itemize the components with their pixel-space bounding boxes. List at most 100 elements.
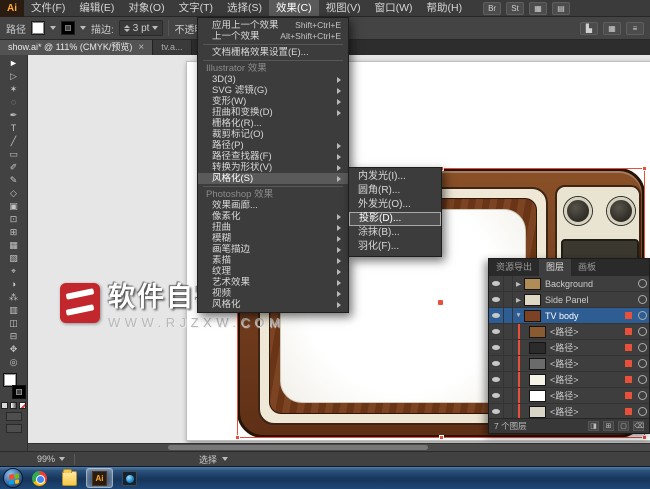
layers-panel-tab[interactable]: 资源导出 [489, 259, 539, 276]
effect-menu-item[interactable]: 变形(W) [198, 96, 348, 107]
effect-menu-item[interactable]: 风格化 [198, 299, 348, 310]
menubar-item[interactable]: 帮助(H) [420, 0, 470, 16]
graph-tool[interactable]: ▥ [2, 304, 26, 317]
target-circle-icon[interactable] [635, 311, 649, 320]
paintbrush-tool[interactable]: ✐ [2, 161, 26, 174]
gradient-tool[interactable]: ▧ [2, 252, 26, 265]
expand-arrow-icon[interactable]: ▶ [513, 296, 524, 304]
target-circle-icon[interactable] [635, 375, 649, 384]
layer-row[interactable]: <路径> [489, 404, 649, 418]
rectangle-tool[interactable]: ▭ [2, 148, 26, 161]
bridge-icon[interactable]: Br [483, 2, 501, 15]
tab-close-icon[interactable]: × [138, 43, 144, 53]
visibility-eye-icon[interactable] [489, 404, 504, 418]
layer-row[interactable]: ▼TV body [489, 308, 649, 324]
eyedropper-tool[interactable]: ⌖ [2, 265, 26, 278]
new-sublayer-button[interactable]: ⊞ [603, 421, 614, 431]
effect-menu-item[interactable]: 裁剪标记(O) [198, 129, 348, 140]
zoom-tool[interactable]: ◎ [2, 356, 26, 369]
effect-menu-item[interactable]: 风格化(S) [198, 173, 348, 184]
start-button[interactable] [3, 468, 23, 488]
lock-toggle[interactable] [504, 324, 513, 339]
pen-tool[interactable]: ✒ [2, 109, 26, 122]
stylize-submenu-item[interactable]: 羽化(F)... [349, 240, 441, 254]
lock-toggle[interactable] [504, 356, 513, 371]
effect-menu-item[interactable]: 路径(P) [198, 140, 348, 151]
visibility-eye-icon[interactable] [489, 292, 504, 307]
lock-toggle[interactable] [504, 404, 513, 418]
taskbar-button-illustrator[interactable]: Ai [86, 468, 113, 488]
zoom-dropdown[interactable]: 99% [32, 453, 70, 466]
type-tool[interactable]: T [2, 122, 26, 135]
stylize-submenu-item[interactable]: 投影(D)... [349, 212, 441, 226]
target-circle-icon[interactable] [635, 407, 649, 416]
visibility-eye-icon[interactable] [489, 308, 504, 323]
lock-toggle[interactable] [504, 372, 513, 387]
effect-menu-item[interactable]: SVG 滤镜(G) [198, 85, 348, 96]
effect-menu-item[interactable]: 艺术效果 [198, 277, 348, 288]
visibility-eye-icon[interactable] [489, 372, 504, 387]
symbol-sprayer-tool[interactable]: ⁂ [2, 291, 26, 304]
lock-toggle[interactable] [504, 292, 513, 307]
layer-row[interactable]: <路径> [489, 340, 649, 356]
expand-arrow-icon[interactable]: ▼ [513, 312, 524, 319]
stroke-weight-dropdown-icon[interactable] [152, 26, 158, 30]
lock-toggle[interactable] [504, 388, 513, 403]
perspective-grid-tool[interactable]: ⊞ [2, 226, 26, 239]
selection-tool[interactable]: ► [2, 57, 26, 70]
effect-menu-item[interactable]: 视频 [198, 288, 348, 299]
pencil-tool[interactable]: ✎ [2, 174, 26, 187]
effect-menu-item[interactable]: 扭曲和变换(D) [198, 107, 348, 118]
gradient-button[interactable] [10, 402, 17, 409]
layer-row[interactable]: <路径> [489, 372, 649, 388]
effect-menu-item[interactable]: 上一个效果Alt+Shift+Ctrl+E [198, 31, 348, 42]
status-tool-dropdown[interactable]: 选择 [199, 453, 228, 466]
document-tab[interactable]: show.ai* @ 111% (CMYK/预览)× [0, 40, 153, 55]
artboard-tool[interactable]: ◫ [2, 317, 26, 330]
effect-menu-item[interactable]: 3D(3) [198, 74, 348, 85]
effect-menu-item[interactable]: 纹理 [198, 266, 348, 277]
taskbar-button-chrome[interactable] [26, 468, 53, 488]
screen-mode-button[interactable] [6, 424, 22, 433]
stroke-dropdown-arrow-icon[interactable] [80, 26, 86, 30]
layers-panel-tab[interactable]: 图层 [539, 259, 571, 276]
effect-menu-item[interactable]: 应用上一个效果Shift+Ctrl+E [198, 20, 348, 31]
effect-menu-item[interactable]: 效果画廊... [198, 200, 348, 211]
layer-row[interactable]: ▶Side Panel [489, 292, 649, 308]
target-circle-icon[interactable] [635, 343, 649, 352]
tool-stroke-swatch[interactable] [12, 385, 26, 399]
fill-dropdown-arrow-icon[interactable] [50, 26, 56, 30]
effect-menu-item[interactable]: 文档栅格效果设置(E)... [198, 47, 348, 58]
new-layer-button[interactable]: ▢ [618, 421, 629, 431]
direct-selection-tool[interactable]: ▷ [2, 70, 26, 83]
selection-center-point[interactable] [438, 300, 443, 305]
magic-wand-tool[interactable]: ✶ [2, 83, 26, 96]
menubar-item[interactable]: 对象(O) [121, 0, 171, 16]
hand-tool[interactable]: ✥ [2, 343, 26, 356]
menubar-item[interactable]: 文字(T) [172, 0, 220, 16]
stroke-color-swatch[interactable] [61, 21, 75, 35]
effect-menu-item[interactable]: 扭曲 [198, 222, 348, 233]
stylize-submenu-item[interactable]: 外发光(O)... [349, 198, 441, 212]
make-clip-mask-button[interactable]: ◨ [588, 421, 599, 431]
transform-panel-icon[interactable]: ▦ [603, 22, 621, 35]
draw-mode-button[interactable] [6, 412, 22, 421]
line-segment-tool[interactable]: ╱ [2, 135, 26, 148]
expand-arrow-icon[interactable]: ▶ [513, 280, 524, 288]
lasso-tool[interactable]: ◌ [2, 96, 26, 109]
menubar-item[interactable]: 选择(S) [220, 0, 269, 16]
effect-menu-item[interactable]: 栅格化(R)... [198, 118, 348, 129]
target-circle-icon[interactable] [635, 295, 649, 304]
mesh-tool[interactable]: ▦ [2, 239, 26, 252]
stroke-weight-stepper[interactable]: 3 pt [119, 20, 164, 36]
taskbar-button-explorer-folder[interactable] [56, 468, 83, 488]
width-tool[interactable]: ◇ [2, 187, 26, 200]
horizontal-scrollbar[interactable] [28, 443, 650, 451]
status-tool-arrow-icon[interactable] [222, 457, 228, 461]
target-circle-icon[interactable] [635, 391, 649, 400]
taskbar-button-app[interactable] [116, 468, 143, 488]
align-panel-icon[interactable]: ▙ [580, 22, 598, 35]
layer-row[interactable]: ▶Background [489, 276, 649, 292]
target-circle-icon[interactable] [635, 327, 649, 336]
stepper-arrows-icon[interactable] [124, 25, 130, 32]
